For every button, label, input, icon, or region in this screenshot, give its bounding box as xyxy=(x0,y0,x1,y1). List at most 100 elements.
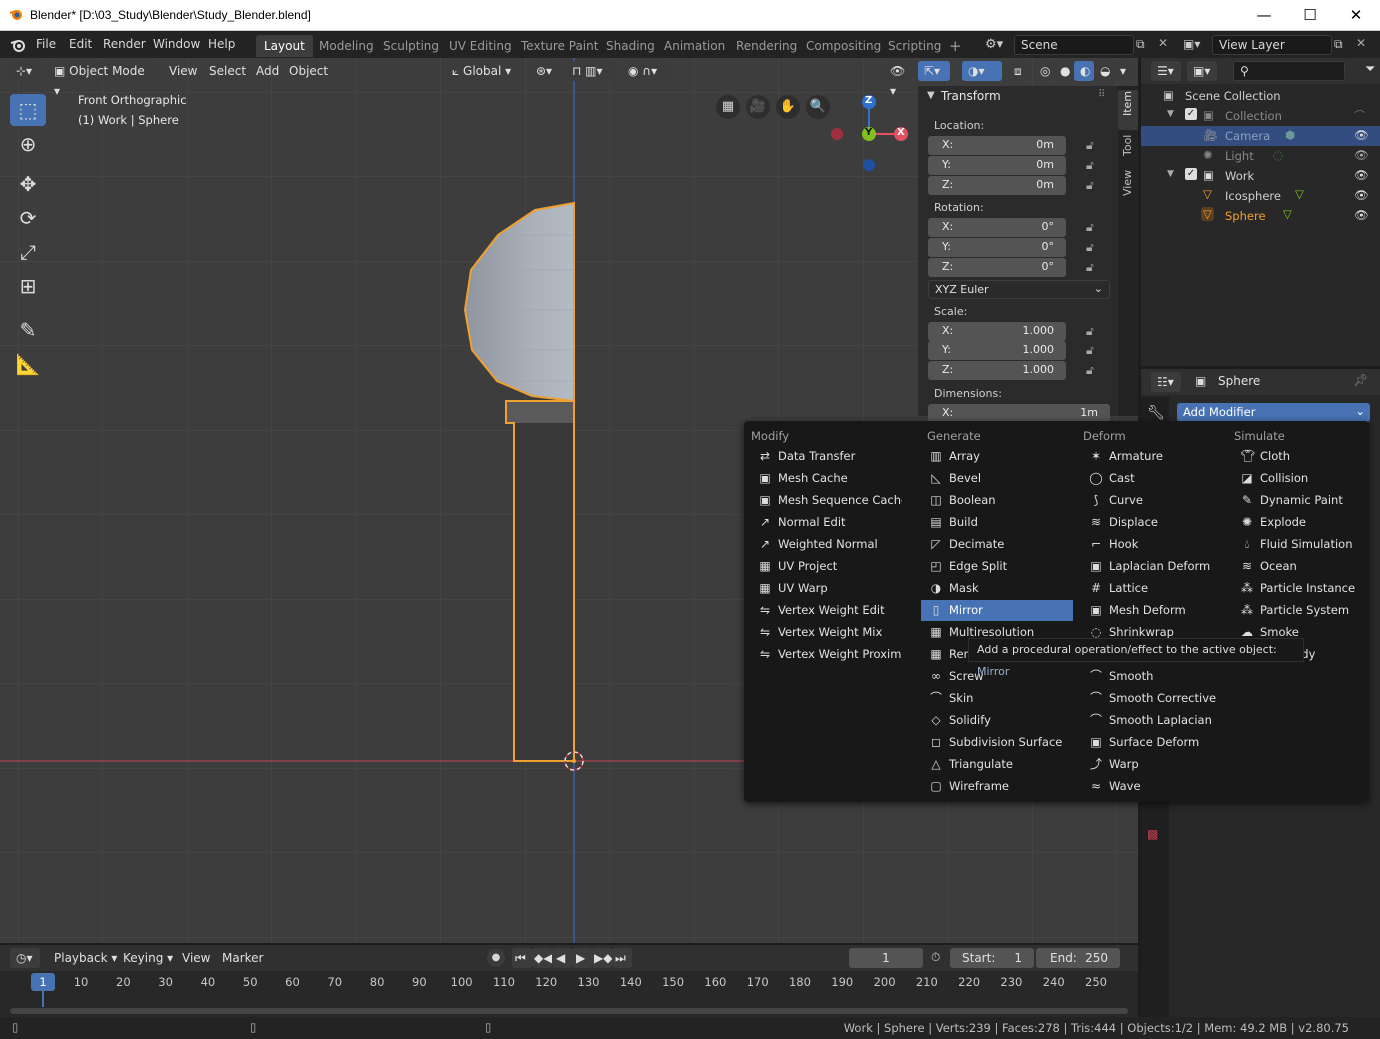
record-icon[interactable]: ● xyxy=(487,949,505,967)
shading-material-button[interactable]: ◐ xyxy=(1074,61,1094,81)
menu-item-hook[interactable]: ⌐ Hook xyxy=(1081,534,1233,555)
menu-item-edge-split[interactable]: ◰ Edge Split xyxy=(921,556,1073,577)
menu-item-explode[interactable]: ✺ Explode xyxy=(1232,512,1380,533)
outliner-row-collection[interactable]: ▼ ✓ ▣ Collection ⌒ xyxy=(1141,106,1380,126)
select-menu[interactable]: Select xyxy=(209,64,246,78)
menu-item-particle-system[interactable]: ⁂ Particle System xyxy=(1232,600,1380,621)
close-button[interactable]: ✕ xyxy=(1333,0,1379,31)
tab-view[interactable]: View xyxy=(1118,168,1138,204)
menu-item-ocean[interactable]: ≋ Ocean xyxy=(1232,556,1380,577)
menu-render[interactable]: Render xyxy=(103,37,146,51)
menu-item-mirror[interactable]: ▯ Mirror xyxy=(921,600,1073,621)
tab-texture-paint[interactable]: Texture Paint xyxy=(513,35,606,57)
tab-modeling[interactable]: Modeling xyxy=(311,35,382,57)
menu-item-smooth[interactable]: ⌒ Smooth xyxy=(1081,666,1233,687)
menu-item-uv-warp[interactable]: ▦ UV Warp xyxy=(750,578,902,599)
eye-icon[interactable]: 👁︎ xyxy=(1354,208,1369,222)
tab-compositing[interactable]: Compositing xyxy=(798,35,889,57)
outliner-editor-type-button[interactable]: ☰▾ xyxy=(1151,61,1181,81)
menu-item-subdivision-surface[interactable]: ◻ Subdivision Surface xyxy=(921,732,1073,753)
measure-tool-icon[interactable]: 📐 xyxy=(10,348,46,380)
tab-rendering[interactable]: Rendering xyxy=(728,35,805,57)
gizmo-toggle-button[interactable]: ⇱▾ xyxy=(918,61,950,81)
outliner-row-camera[interactable]: 🎥︎ Camera ⬢ 👁︎ xyxy=(1141,126,1380,146)
outliner-row-scene-collection[interactable]: ▣ Scene Collection xyxy=(1141,86,1380,106)
menu-item-wireframe[interactable]: ▢ Wireframe xyxy=(921,776,1073,797)
outliner-row-work[interactable]: ▼ ✓ ▣ Work 👁︎ xyxy=(1141,166,1380,186)
location-y-field[interactable]: Y: 0m xyxy=(928,156,1066,175)
select-box-tool-icon[interactable]: ⬚ xyxy=(10,94,46,126)
transform-collapse-icon[interactable]: ▼ xyxy=(927,90,935,101)
scene-field[interactable]: Scene xyxy=(1014,35,1134,55)
timeline-editor-type-button[interactable]: ◷▾ xyxy=(10,948,40,968)
current-frame-field[interactable]: 1 xyxy=(849,948,923,968)
prev-keyframe-icon[interactable]: ◆◀ xyxy=(532,948,552,968)
delete-view-layer-icon[interactable]: ✕ xyxy=(1356,36,1366,50)
texture-tab-icon[interactable]: ▩ xyxy=(1147,827,1158,841)
scene-icon[interactable]: ⚙▾ xyxy=(985,37,1003,52)
tab-tool[interactable]: Tool xyxy=(1118,132,1138,166)
move-tool-icon[interactable]: ✥ xyxy=(10,168,46,200)
end-frame-field[interactable]: End: 250 xyxy=(1036,948,1120,968)
menu-item-vertex-weight-proximity[interactable]: ⇋ Vertex Weight Proximity xyxy=(750,644,902,665)
grid-toggle-icon[interactable]: ▦ xyxy=(716,95,740,119)
menu-edit[interactable]: Edit xyxy=(69,37,92,51)
lock-icon[interactable]: 🔓︎ xyxy=(1086,240,1094,255)
lock-icon[interactable]: 🔓︎ xyxy=(1086,324,1094,339)
transform-tool-icon[interactable]: ⊞ xyxy=(10,270,46,302)
menu-item-triangulate[interactable]: △ Triangulate xyxy=(921,754,1073,775)
scale-z-field[interactable]: Z: 1.000 xyxy=(928,361,1066,380)
shading-rendered-button[interactable]: ◒ xyxy=(1094,61,1114,81)
menu-item-smooth-corrective[interactable]: ⌒ Smooth Corrective xyxy=(1081,688,1233,709)
menu-item-bevel[interactable]: ◺ Bevel xyxy=(921,468,1073,489)
eye-icon[interactable]: 👁︎ xyxy=(1354,168,1369,182)
marker-menu[interactable]: Marker xyxy=(222,951,263,965)
start-frame-field[interactable]: Start: 1 xyxy=(950,948,1034,968)
lock-icon[interactable]: 🔓︎ xyxy=(1086,178,1094,193)
visibility-button[interactable]: 👁▾ xyxy=(884,61,914,98)
menu-item-uv-project[interactable]: ▦ UV Project xyxy=(750,556,902,577)
hide-toggle-icon[interactable]: ⌒ xyxy=(1354,108,1366,124)
stopwatch-icon[interactable]: ⏱︎ xyxy=(931,950,940,965)
menu-item-vertex-weight-edit[interactable]: ⇋ Vertex Weight Edit xyxy=(750,600,902,621)
shading-solid-button[interactable]: ● xyxy=(1054,61,1074,81)
play-icon[interactable]: ▶ xyxy=(572,948,592,968)
timeline-scrollbar[interactable] xyxy=(10,1008,1128,1014)
location-z-field[interactable]: Z: 0m xyxy=(928,176,1066,195)
eye-icon[interactable]: 👁︎ xyxy=(1354,188,1369,202)
checkbox-icon[interactable]: ✓ xyxy=(1185,168,1197,180)
lock-icon[interactable]: 🔓︎ xyxy=(1086,220,1094,235)
menu-item-lattice[interactable]: # Lattice xyxy=(1081,578,1233,599)
tab-scripting[interactable]: Scripting xyxy=(880,35,949,57)
pivot-button[interactable]: ⊛▾ xyxy=(530,61,560,81)
lock-icon[interactable]: 🔓︎ xyxy=(1086,138,1094,153)
menu-item-build[interactable]: ▤ Build xyxy=(921,512,1073,533)
menu-item-mesh-sequence-cache[interactable]: ▣ Mesh Sequence Cache xyxy=(750,490,902,511)
cursor-tool-icon[interactable]: ⊕ xyxy=(10,128,46,160)
proportional-button[interactable]: ◉ ∩▾ xyxy=(622,61,672,81)
menu-item-solidify[interactable]: ◇ Solidify xyxy=(921,710,1073,731)
menu-item-surface-deform[interactable]: ▣ Surface Deform xyxy=(1081,732,1233,753)
rotate-tool-icon[interactable]: ⟳ xyxy=(10,202,46,234)
menu-item-mesh-cache[interactable]: ▣ Mesh Cache xyxy=(750,468,902,489)
menu-item-particle-instance[interactable]: ⁂ Particle Instance xyxy=(1232,578,1380,599)
xray-button[interactable]: ⧈ xyxy=(1008,61,1030,81)
mode-select[interactable]: ▣ Object Mode ▾ xyxy=(48,61,158,98)
menu-item-decimate[interactable]: ◸ Decimate xyxy=(921,534,1073,555)
menu-file[interactable]: File xyxy=(36,37,56,51)
menu-item-laplacian-deform[interactable]: ▣ Laplacian Deform xyxy=(1081,556,1233,577)
frame-ruler[interactable]: 1 10 20 30 40 50 60 70 80 90 100 110 120 130 140 150 160… xyxy=(0,971,1138,1017)
rotation-y-field[interactable]: Y: 0° xyxy=(928,238,1066,257)
scale-y-field[interactable]: Y: 1.000 xyxy=(928,341,1066,360)
location-x-field[interactable]: X: 0m xyxy=(928,136,1066,155)
tab-item[interactable]: Item xyxy=(1118,90,1138,130)
keying-menu[interactable]: Keying ▾ xyxy=(123,951,173,965)
outliner-search-input[interactable]: ⚲ xyxy=(1233,61,1345,81)
menu-item-armature[interactable]: ✶ Armature xyxy=(1081,446,1233,467)
camera-view-icon[interactable]: 🎥 xyxy=(746,95,770,119)
rotation-z-field[interactable]: Z: 0° xyxy=(928,258,1066,277)
menu-item-vertex-weight-mix[interactable]: ⇋ Vertex Weight Mix xyxy=(750,622,902,643)
transform-header[interactable]: Transform xyxy=(941,89,1001,103)
view-layer-field[interactable]: View Layer xyxy=(1212,35,1332,55)
copy-scene-icon[interactable]: ⧉ xyxy=(1136,37,1145,52)
